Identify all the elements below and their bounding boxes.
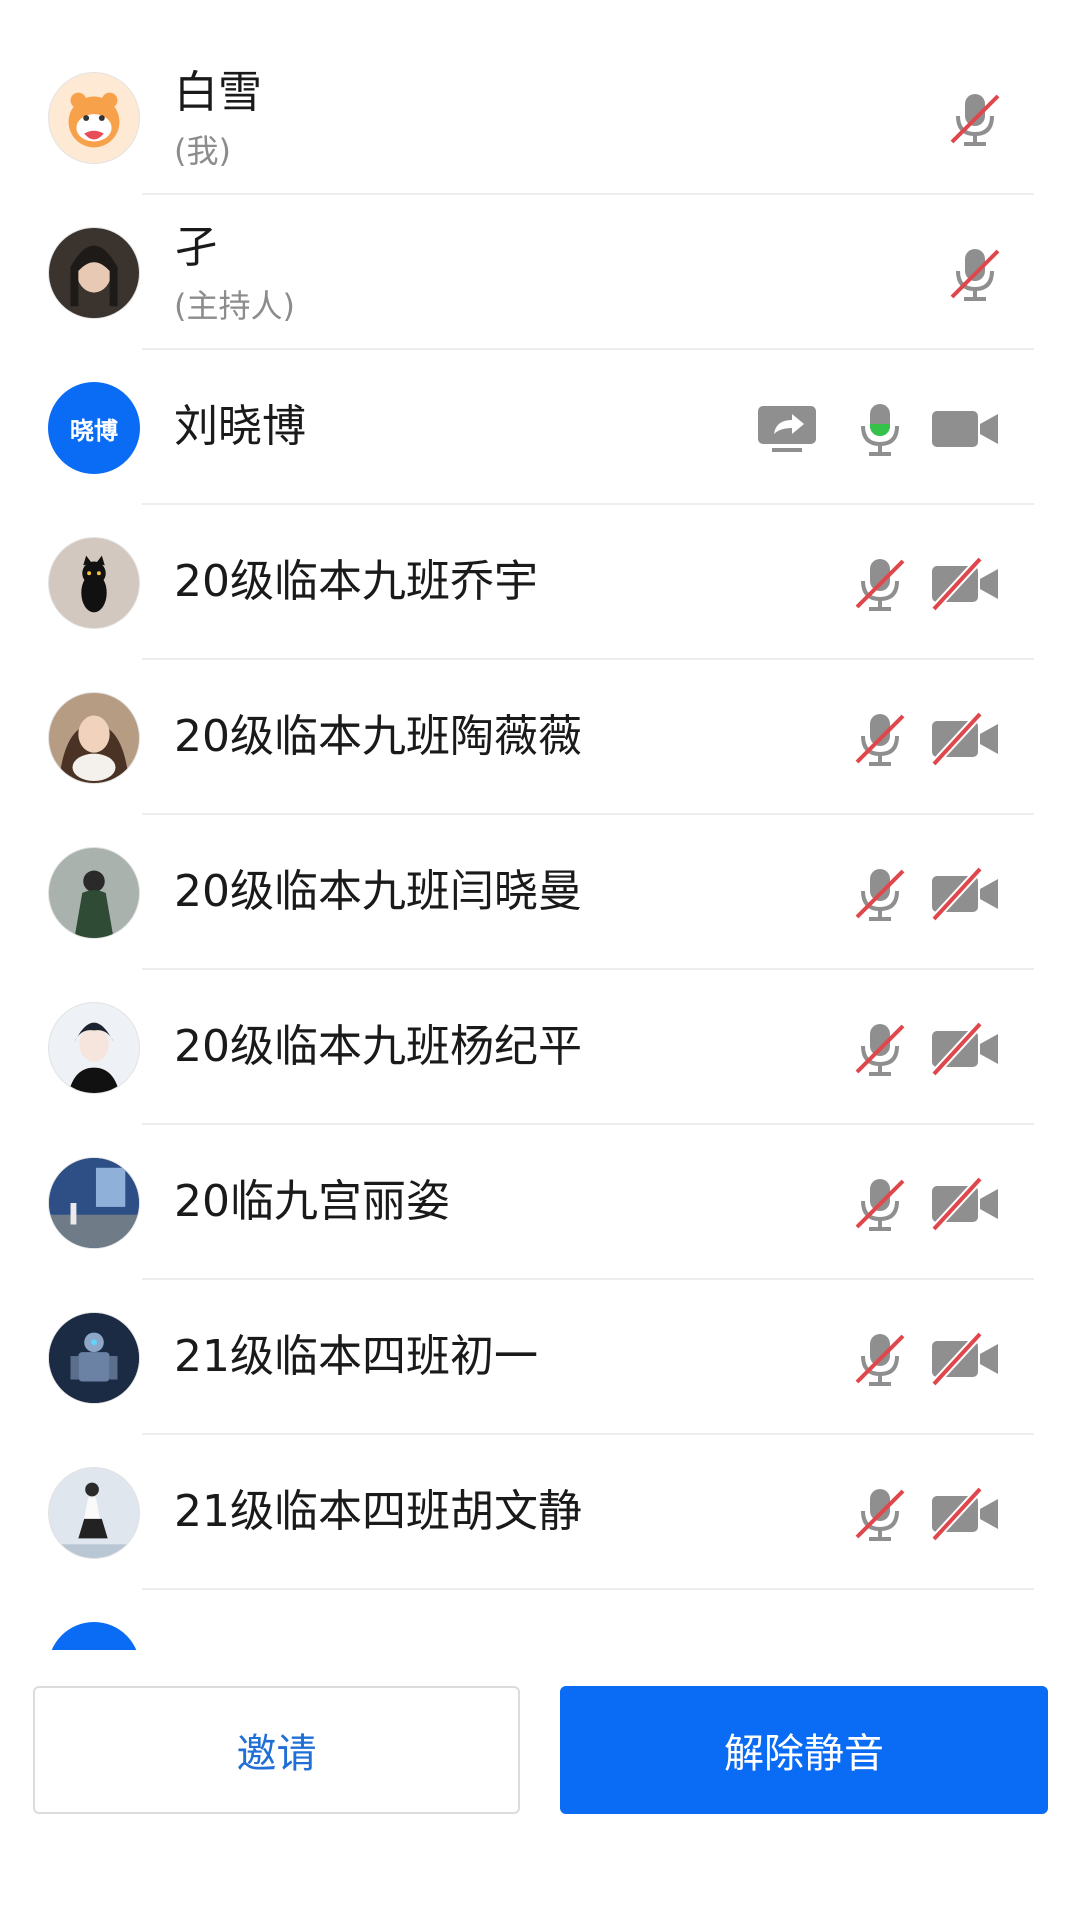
mic-muted-icon[interactable]	[845, 704, 915, 774]
participant-name: 20临九宫丽姿	[174, 1176, 450, 1227]
participant-row[interactable]: 白雪 (我)	[0, 40, 1080, 195]
participant-row[interactable]: 20临九宫丽姿	[0, 1125, 1080, 1280]
mic-active-icon[interactable]	[845, 394, 915, 464]
invite-button[interactable]: 邀请	[33, 1686, 520, 1814]
camera-off-icon[interactable]	[930, 1014, 1000, 1084]
street-photo-avatar-icon	[48, 1157, 140, 1249]
tiger-avatar-icon	[48, 72, 140, 164]
robot-avatar-icon	[48, 1312, 140, 1404]
camera-off-icon[interactable]	[930, 1479, 1000, 1549]
girl-photo-avatar-icon	[48, 847, 140, 939]
mic-muted-icon[interactable]	[940, 239, 1010, 309]
participant-row[interactable]: 20级临本九班闫晓曼	[0, 815, 1080, 970]
mic-muted-icon[interactable]	[940, 84, 1010, 154]
participant-name: 孑	[174, 222, 218, 273]
camera-on-icon[interactable]	[930, 394, 1000, 464]
black-cat-avatar-icon	[48, 537, 140, 629]
participant-row[interactable]: 20级临本九班杨纪平	[0, 970, 1080, 1125]
participant-row[interactable]: 20级临本九班乔宇	[0, 505, 1080, 660]
participant-row[interactable]: 21级临本四班初一	[0, 1280, 1080, 1435]
mic-muted-icon[interactable]	[845, 1479, 915, 1549]
participant-row[interactable]: 晓博 刘晓博	[0, 350, 1080, 505]
dancer-photo-avatar-icon	[48, 1467, 140, 1559]
unmute-button[interactable]: 解除静音	[560, 1686, 1048, 1814]
mic-muted-icon[interactable]	[845, 1014, 915, 1084]
participant-name: 20级临本九班闫晓曼	[174, 866, 582, 917]
anime-boy-avatar-icon	[48, 1002, 140, 1094]
mic-muted-icon[interactable]	[845, 859, 915, 929]
mic-muted-icon[interactable]	[845, 1169, 915, 1239]
camera-off-icon[interactable]	[930, 549, 1000, 619]
participant-name: 21级临本四班胡文静	[174, 1486, 582, 1537]
action-footer: 邀请 解除静音	[0, 1650, 1080, 1915]
girl-with-cat-avatar-icon	[48, 692, 140, 784]
participant-name: 20级临本九班乔宇	[174, 556, 538, 607]
participant-list[interactable]: 白雪 (我) 孑 (主持人) 晓博 刘晓博 20级临本九班乔宇 20级临本九班陶…	[0, 40, 1080, 1650]
participant-row[interactable]: 20级临本九班陶薇薇	[0, 660, 1080, 815]
screen-share-icon[interactable]	[752, 394, 822, 464]
participant-row[interactable]: 21级临本四班胡文静	[0, 1435, 1080, 1590]
row-divider	[142, 1588, 1034, 1590]
participant-name: 白雪	[174, 67, 262, 118]
participant-name: 20级临本九班杨纪平	[174, 1021, 582, 1072]
camera-off-icon[interactable]	[930, 859, 1000, 929]
participant-role: (我)	[174, 132, 231, 170]
participant-row[interactable]: 孑 (主持人)	[0, 195, 1080, 350]
participant-name: 20级临本九班陶薇薇	[174, 711, 582, 762]
camera-off-icon[interactable]	[930, 1324, 1000, 1394]
text-avatar: 晓博	[48, 382, 140, 474]
participant-name: 刘晓博	[174, 401, 306, 452]
camera-off-icon[interactable]	[930, 704, 1000, 774]
participant-role: (主持人)	[174, 287, 295, 325]
participant-name: 21级临本四班初一	[174, 1331, 538, 1382]
camera-off-icon[interactable]	[930, 1169, 1000, 1239]
mic-muted-icon[interactable]	[845, 1324, 915, 1394]
girl-photo-avatar-icon	[48, 227, 140, 319]
mic-muted-icon[interactable]	[845, 549, 915, 619]
